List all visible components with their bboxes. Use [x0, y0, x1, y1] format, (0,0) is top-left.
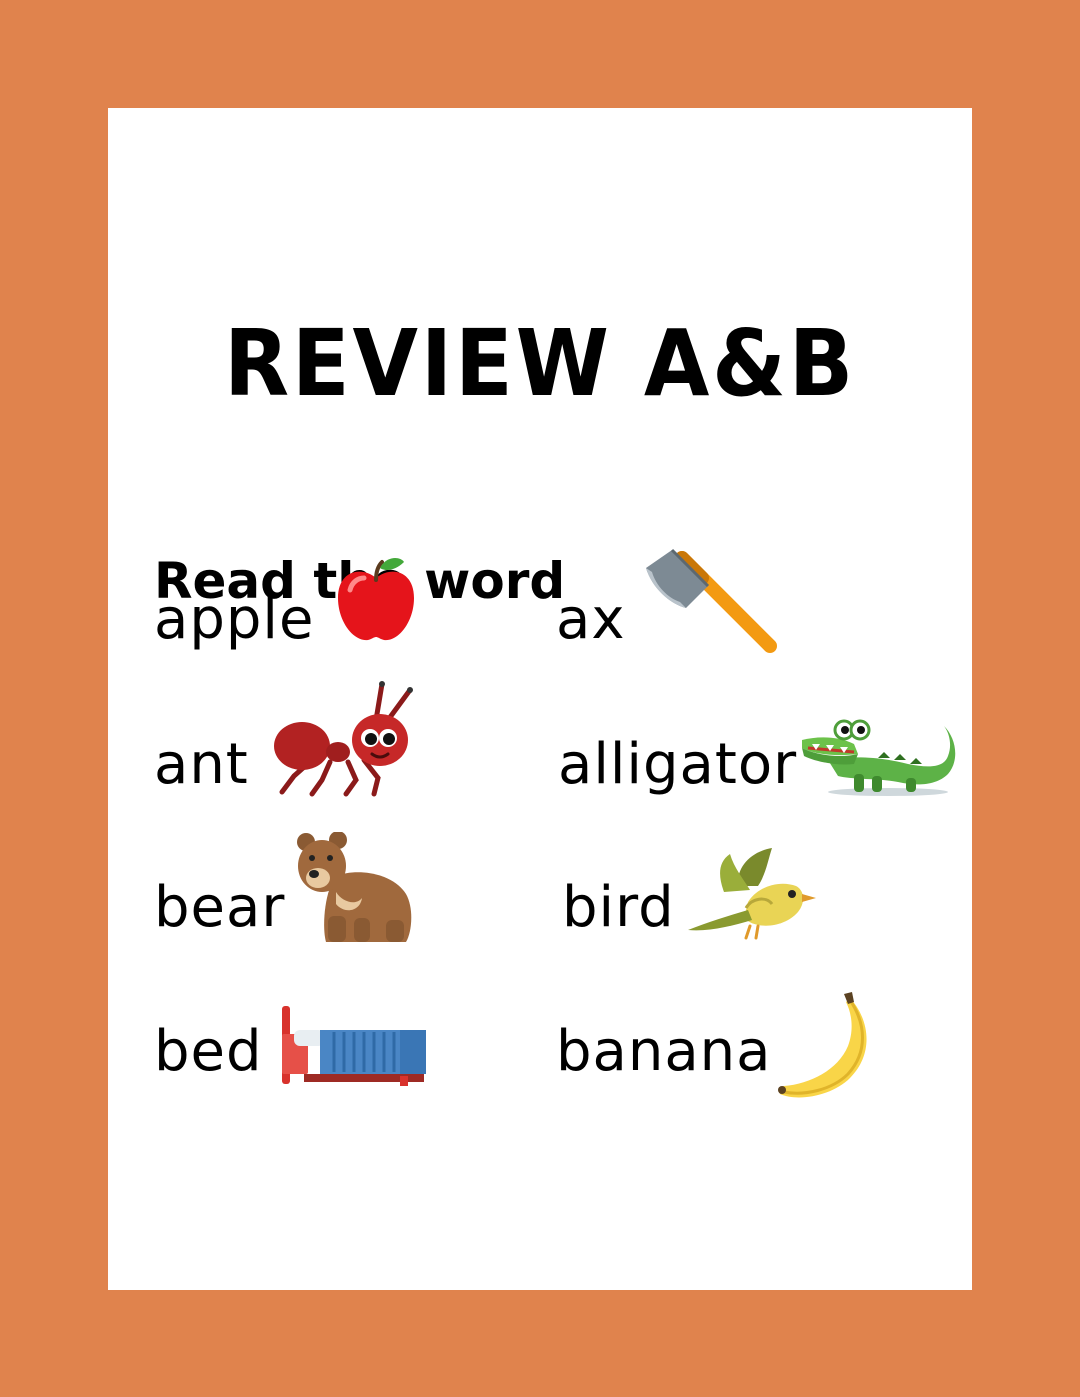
word-bed: bed: [154, 1019, 263, 1084]
word-banana: banana: [556, 1019, 772, 1084]
apple-icon: [334, 556, 418, 644]
page-title: REVIEW A&B: [223, 310, 857, 417]
word-alligator: alligator: [558, 732, 798, 797]
bird-icon: [688, 846, 818, 946]
word-bird: bird: [562, 875, 675, 940]
bear-icon: [296, 832, 416, 946]
ax-icon: [642, 546, 778, 654]
word-ant: ant: [154, 732, 249, 797]
alligator-icon: [798, 716, 958, 798]
word-apple: apple: [154, 587, 315, 652]
word-bear: bear: [154, 875, 286, 940]
word-ax: ax: [556, 587, 626, 652]
ant-icon: [272, 680, 414, 798]
worksheet: REVIEW A&B Read the word: [108, 108, 972, 1290]
bed-icon: [280, 1004, 428, 1088]
banana-icon: [774, 990, 878, 1102]
